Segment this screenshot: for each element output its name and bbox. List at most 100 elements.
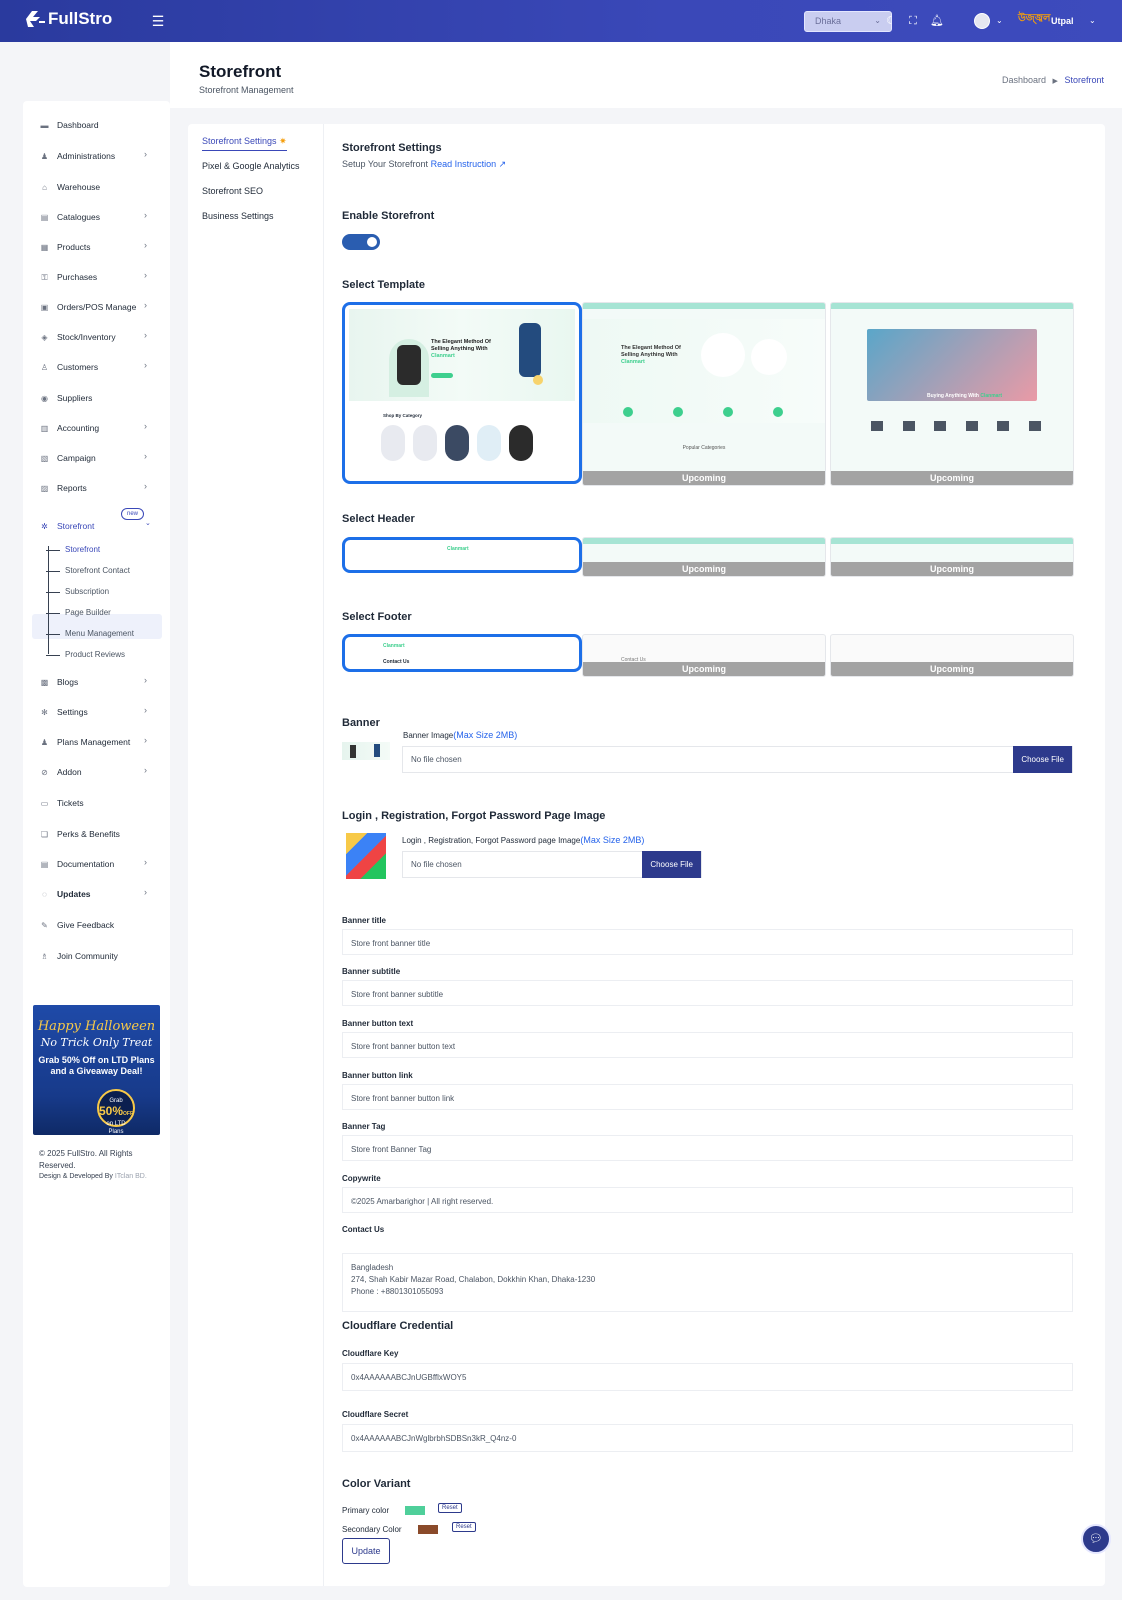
upcoming-label: Upcoming [583, 662, 825, 676]
banner-choose-file-button[interactable]: Choose File [1013, 746, 1072, 773]
product-thumb [871, 421, 883, 431]
primary-color-reset-button[interactable]: Reset [438, 1503, 462, 1513]
sidebar-item-tickets[interactable]: ▭ Tickets [39, 794, 84, 812]
menu-toggle-icon[interactable]: ☰ [150, 13, 166, 29]
submenu-subscription[interactable]: Subscription [45, 587, 109, 596]
fullscreen-icon[interactable]: ⛶ [906, 14, 920, 28]
sidebar-item-catalogues[interactable]: ▤ Catalogues [39, 208, 100, 226]
header-option-1[interactable]: Clanmart [342, 537, 582, 573]
tab-storefront-settings[interactable]: Storefront Settings ✷ [202, 136, 287, 151]
sidebar-item-reports[interactable]: ▨ Reports [39, 479, 87, 497]
secondary-color-reset-button[interactable]: Reset [452, 1522, 476, 1532]
banner-image-label-text: Banner Image [403, 731, 454, 740]
sidebar-item-perks[interactable]: ❏ Perks & Benefits [39, 825, 120, 843]
copywrite-input[interactable]: ©2025 Amarbarighor | All right reserved. [342, 1187, 1073, 1213]
template-headline-text: The Elegant Method Of Selling Anything W… [431, 339, 491, 352]
tab-storefront-seo[interactable]: Storefront SEO [202, 186, 263, 196]
sidebar-item-label: Reports [57, 483, 87, 493]
banner-button-text-input[interactable]: Store front banner button text [342, 1032, 1073, 1058]
sidebar-item-settings[interactable]: ✻ Settings [39, 703, 88, 721]
sidebar-item-purchases[interactable]: ⚿ Purchases [39, 268, 97, 286]
sidebar-item-administrations[interactable]: ♟ Administrations [39, 147, 115, 165]
cloudflare-key-input[interactable]: 0x4AAAAAABCJnUGBfflxWOY5 [342, 1363, 1073, 1391]
submenu-storefront-contact[interactable]: Storefront Contact [46, 566, 130, 575]
sidebar-item-warehouse[interactable]: ⌂ Warehouse [39, 178, 100, 196]
chevron-down-icon[interactable]: ⌄ [1089, 16, 1096, 25]
breadcrumb-dashboard[interactable]: Dashboard [1002, 75, 1046, 85]
category-thumb [445, 425, 469, 461]
sidebar-item-stock[interactable]: ◈ Stock/Inventory [39, 328, 116, 346]
tab-business-settings[interactable]: Business Settings [202, 211, 274, 221]
read-instruction-link[interactable]: Read Instruction ↗ [431, 159, 507, 169]
banner-tag-input[interactable]: Store front Banner Tag [342, 1135, 1073, 1161]
sidebar-item-orders[interactable]: ▣ Orders/POS Manage [39, 298, 137, 316]
product-thumb [965, 421, 978, 431]
chevron-right-icon: › [144, 857, 147, 867]
tickets-icon: ▭ [40, 798, 49, 808]
template-option-2[interactable]: The Elegant Method Of Selling Anything W… [582, 302, 826, 486]
sidebar-item-storefront[interactable]: ✲ Storefront [39, 517, 94, 535]
developer-name[interactable]: ITclan BD. [115, 1173, 147, 1180]
sidebar-item-customers[interactable]: ♙ Customers [39, 358, 98, 376]
submenu-menu-management[interactable]: Menu Management [46, 629, 134, 638]
update-button[interactable]: Update [342, 1538, 390, 1564]
upcoming-label: Upcoming [831, 662, 1073, 676]
developer-prefix: Design & Developed By [39, 1173, 113, 1180]
sidebar-item-community[interactable]: ♗ Join Community [39, 947, 118, 965]
user-name[interactable]: Utpal [1051, 16, 1074, 26]
banner-button-link-input[interactable]: Store front banner button link [342, 1084, 1073, 1110]
sidebar-item-accounting[interactable]: ▥ Accounting [39, 419, 99, 437]
footer-option-1[interactable]: Clanmart Contact Us [342, 634, 582, 672]
login-file-input[interactable]: No file chosen Choose File [402, 851, 702, 878]
template-option-1[interactable]: The Elegant Method Of Selling Anything W… [342, 302, 582, 484]
banner-title-input[interactable]: Store front banner title [342, 929, 1073, 955]
template-option-3[interactable]: Buying Anything With Clanmart Upcoming [830, 302, 1074, 486]
submenu-page-builder[interactable]: Page Builder [46, 608, 111, 617]
halloween-promo-banner[interactable]: Happy Halloween No Trick Only Treat Grab… [33, 1005, 160, 1135]
footer-option-2[interactable]: Contact Us Upcoming [582, 634, 826, 677]
chevron-right-icon: › [144, 240, 147, 250]
chevron-down-icon[interactable]: ⌄ [996, 16, 1003, 25]
template-headline: The Elegant Method Of Selling Anything W… [621, 345, 685, 366]
sidebar-item-addon[interactable]: ⊘ Addon [39, 763, 81, 781]
sidebar-item-documentation[interactable]: ▤ Documentation [39, 855, 114, 873]
sidebar-item-plans[interactable]: ♟ Plans Management [39, 733, 130, 751]
bell-icon[interactable]: 🔔︎ [930, 14, 944, 28]
sidebar-item-label: Stock/Inventory [57, 332, 116, 342]
read-instruction-text: Read Instruction [430, 159, 497, 169]
sidebar-item-campaign[interactable]: ▧ Campaign [39, 449, 96, 467]
settings-icon: ✻ [41, 707, 48, 717]
sidebar-item-suppliers[interactable]: ◉ Suppliers [39, 389, 92, 407]
sidebar-item-products[interactable]: ▦ Products [39, 238, 91, 256]
product-thumb [934, 421, 947, 431]
header-option-3[interactable]: Upcoming [830, 537, 1074, 577]
submenu-storefront[interactable]: Storefront [45, 545, 100, 554]
dark-mode-icon[interactable]: ☾ [884, 14, 898, 28]
login-choose-file-button[interactable]: Choose File [642, 851, 701, 878]
enable-storefront-toggle[interactable] [342, 234, 380, 250]
feature-icon [623, 407, 633, 417]
sidebar-item-feedback[interactable]: ✎ Give Feedback [39, 916, 114, 934]
chat-support-icon[interactable]: 💬︎ [1081, 1524, 1111, 1554]
cloudflare-secret-input[interactable]: 0x4AAAAAABCJnWglbrbhSDBSn3kR_Q4nz-0 [342, 1424, 1073, 1452]
hero-chair-circle [751, 339, 787, 375]
city-select[interactable]: Dhaka ⌄ [804, 11, 892, 32]
banner-file-status: No file chosen [411, 755, 462, 764]
footer-option-3[interactable]: Upcoming [830, 634, 1074, 677]
brand-logo[interactable]: FullStro [24, 9, 112, 29]
primary-color-swatch[interactable] [405, 1506, 425, 1515]
header-option-2[interactable]: Upcoming [582, 537, 826, 577]
sidebar-item-updates[interactable]: ◌ Updates [39, 885, 90, 903]
breadcrumb-storefront: Storefront [1064, 75, 1104, 85]
sidebar-item-blogs[interactable]: ▩ Blogs [39, 673, 79, 691]
secondary-color-swatch[interactable] [418, 1525, 438, 1534]
submenu-product-reviews[interactable]: Product Reviews [45, 650, 125, 659]
tab-pixel-analytics[interactable]: Pixel & Google Analytics [202, 161, 300, 171]
banner-subtitle-input[interactable]: Store front banner subtitle [342, 980, 1073, 1006]
contact-us-textarea[interactable]: Bangladesh 274, Shah Kabir Mazar Road, C… [342, 1253, 1073, 1312]
language-avatar[interactable] [974, 13, 990, 29]
banner-file-input[interactable]: No file chosen Choose File [402, 746, 1073, 773]
sidebar-item-dashboard[interactable]: ▬ Dashboard [39, 116, 99, 134]
copywrite-label: Copywrite [342, 1174, 381, 1183]
sidebar-item-label: Tickets [57, 798, 84, 808]
